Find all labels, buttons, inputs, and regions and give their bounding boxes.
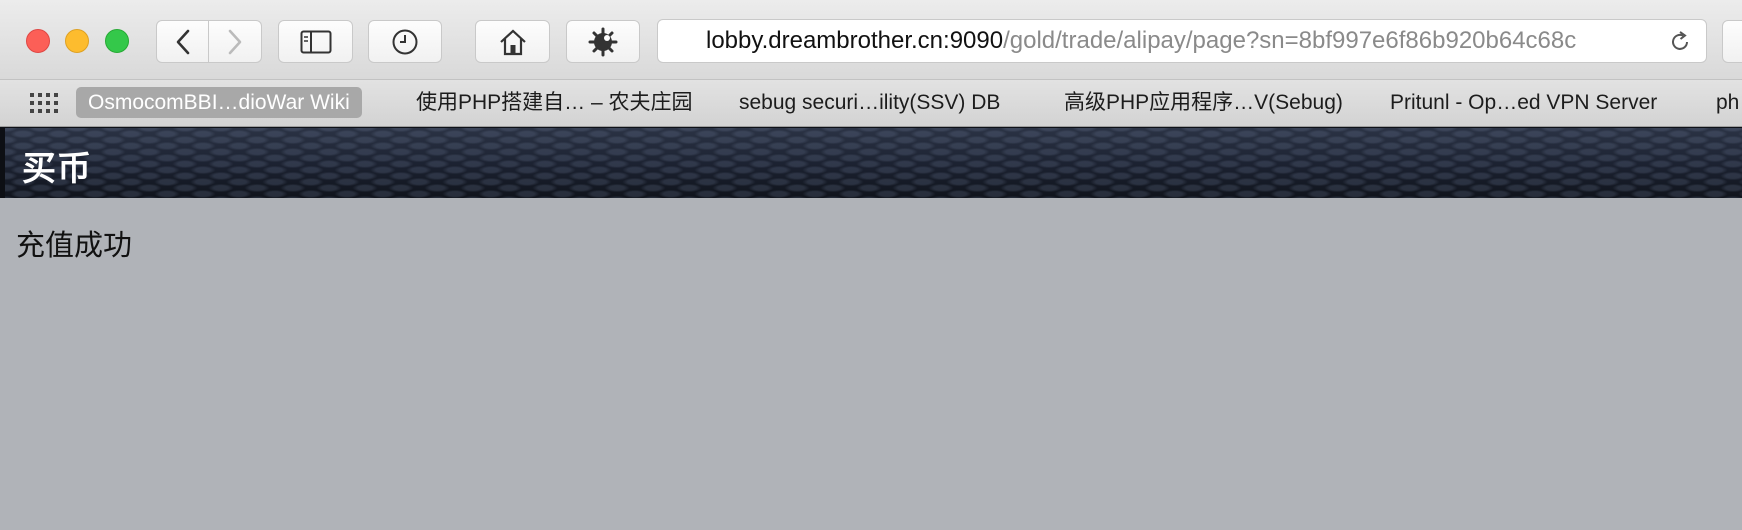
favorite-item[interactable]: Pritunl - Op…ed VPN Server xyxy=(1378,87,1669,118)
page-header: 买币 xyxy=(0,127,1742,198)
fullscreen-window-button[interactable] xyxy=(105,29,129,53)
favorite-item[interactable]: sebug securi…ility(SSV) DB xyxy=(727,87,1012,118)
grid-icon[interactable] xyxy=(30,93,58,115)
url-text: lobby.dreambrother.cn:9090/gold/trade/al… xyxy=(706,20,1576,62)
history-button[interactable] xyxy=(368,20,442,63)
status-message: 充值成功 xyxy=(16,228,133,262)
chevron-left-icon xyxy=(176,29,189,54)
favorite-item[interactable]: 高级PHP应用程序…V(Sebug) xyxy=(1052,87,1355,118)
gear-bug-icon xyxy=(588,27,618,56)
favorite-item[interactable]: ph xyxy=(1704,87,1742,118)
reload-icon[interactable] xyxy=(1668,30,1692,54)
browser-toolbar: lobby.dreambrother.cn:9090/gold/trade/al… xyxy=(0,0,1742,80)
address-bar[interactable]: lobby.dreambrother.cn:9090/gold/trade/al… xyxy=(657,19,1707,63)
favorite-item[interactable]: OsmocomBBI…dioWar Wiki xyxy=(76,87,362,118)
home-icon xyxy=(499,29,526,55)
share-button[interactable] xyxy=(1722,20,1742,63)
page-title: 买币 xyxy=(22,149,92,189)
extension-button[interactable] xyxy=(566,20,640,63)
chevron-right-icon xyxy=(228,29,242,54)
minimize-window-button[interactable] xyxy=(65,29,89,53)
forward-button[interactable] xyxy=(209,20,262,63)
url-host: lobby.dreambrother.cn:9090 xyxy=(706,27,1004,54)
clock-icon xyxy=(392,29,418,54)
sidebar-icon xyxy=(300,30,331,53)
favorites-bar: OsmocomBBI…dioWar Wiki 使用PHP搭建自… – 农夫庄园 … xyxy=(0,80,1742,127)
url-path: /gold/trade/alipay/page?sn=8bf997e6f86b9… xyxy=(1003,27,1577,54)
home-button[interactable] xyxy=(475,20,550,63)
favorite-item[interactable]: 使用PHP搭建自… – 农夫庄园 xyxy=(404,87,705,118)
close-window-button[interactable] xyxy=(26,29,50,53)
sidebar-toggle-button[interactable] xyxy=(278,20,353,63)
back-button[interactable] xyxy=(156,20,209,63)
